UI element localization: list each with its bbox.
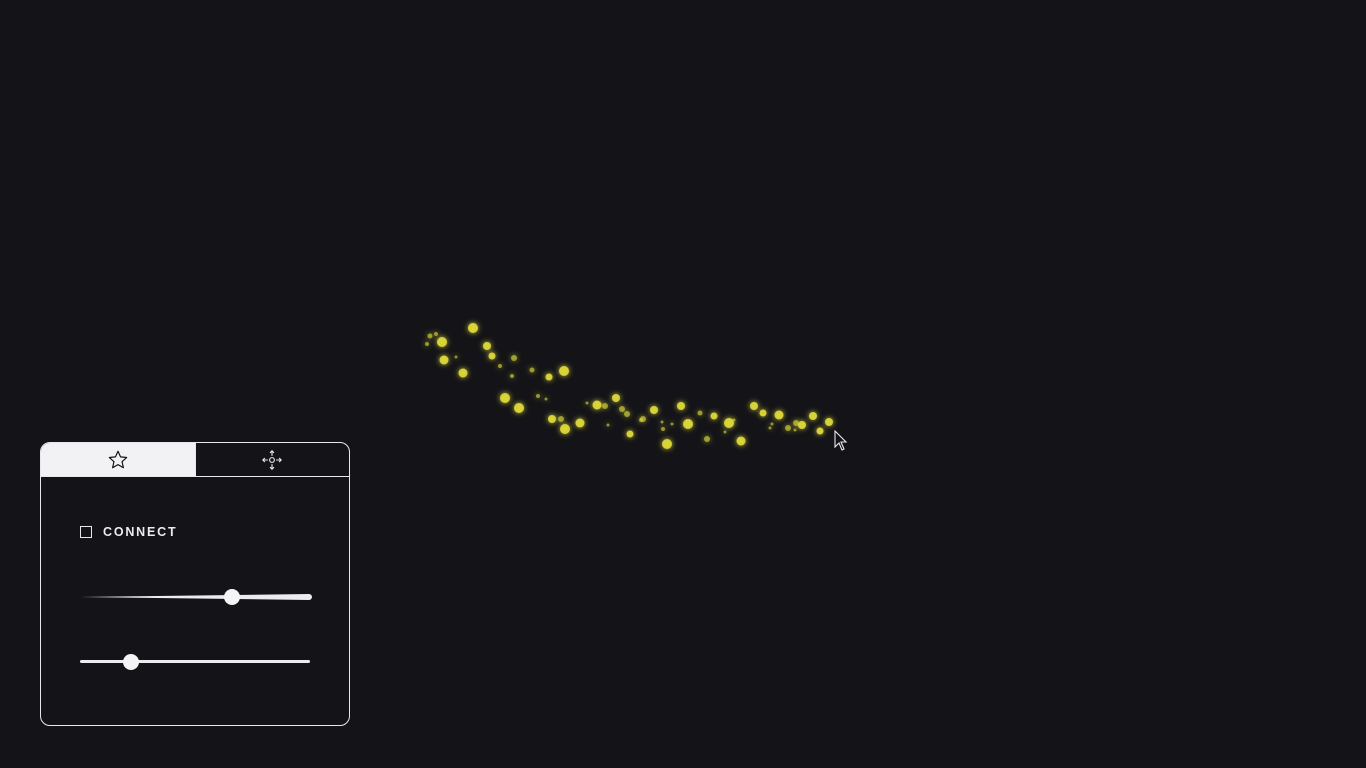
particle <box>798 421 806 429</box>
particle <box>710 412 718 420</box>
particle <box>500 393 510 403</box>
particle <box>483 342 491 350</box>
particle <box>498 364 502 368</box>
particle <box>768 426 772 430</box>
speed-slider-track <box>80 660 310 663</box>
connect-label: CONNECT <box>103 525 178 539</box>
particle <box>661 427 665 431</box>
star-icon <box>108 450 127 468</box>
particle <box>750 402 758 410</box>
particle <box>793 428 797 432</box>
move-arrows-icon <box>262 449 283 470</box>
particle <box>724 418 734 428</box>
particle <box>697 410 703 416</box>
particle <box>488 352 496 360</box>
particle <box>427 333 433 339</box>
particle <box>548 415 556 423</box>
particle <box>650 406 658 414</box>
connect-option: CONNECT <box>80 525 177 539</box>
particle <box>723 430 727 434</box>
size-slider-track <box>80 594 312 600</box>
particle <box>575 418 585 428</box>
particle <box>759 409 767 417</box>
particle <box>662 439 672 449</box>
particle <box>437 337 447 347</box>
control-panel: CONNECT <box>40 442 350 726</box>
particle <box>434 332 438 336</box>
speed-slider-thumb[interactable] <box>122 654 139 670</box>
tab-particles[interactable] <box>41 443 195 476</box>
particle <box>585 401 589 405</box>
particle <box>660 420 664 424</box>
particle <box>770 422 774 426</box>
particle <box>677 402 685 410</box>
particle <box>704 436 710 442</box>
particle <box>529 367 535 373</box>
particle <box>536 394 540 398</box>
particle <box>545 373 553 381</box>
panel-tabs <box>41 443 349 477</box>
size-slider-thumb[interactable] <box>224 589 241 605</box>
particle <box>559 366 569 376</box>
size-slider[interactable] <box>80 587 314 607</box>
particle <box>816 427 824 435</box>
particle <box>626 430 634 438</box>
particle <box>425 342 429 346</box>
particle <box>639 418 643 422</box>
particle <box>510 374 514 378</box>
particle <box>619 406 625 412</box>
particle <box>454 355 458 359</box>
particle <box>606 423 610 427</box>
particle <box>670 422 674 426</box>
particle <box>809 412 817 420</box>
particle <box>560 424 570 434</box>
particle <box>736 436 746 446</box>
particle <box>683 419 693 429</box>
particle <box>458 368 468 378</box>
particle <box>732 418 736 422</box>
particle <box>624 411 630 417</box>
particle <box>544 397 548 401</box>
particle <box>602 403 608 409</box>
particle <box>511 355 517 361</box>
particle <box>774 410 784 420</box>
speed-slider[interactable] <box>80 652 310 672</box>
particle <box>785 425 791 431</box>
particle <box>558 416 564 422</box>
tab-move[interactable] <box>194 443 350 476</box>
particle <box>612 394 620 402</box>
particle-field <box>425 323 833 449</box>
connect-checkbox[interactable] <box>80 526 92 538</box>
particle <box>468 323 478 333</box>
particle <box>592 400 602 410</box>
particle <box>514 403 524 413</box>
particle <box>825 418 833 426</box>
particle <box>439 355 449 365</box>
mouse-cursor-icon <box>834 430 848 451</box>
